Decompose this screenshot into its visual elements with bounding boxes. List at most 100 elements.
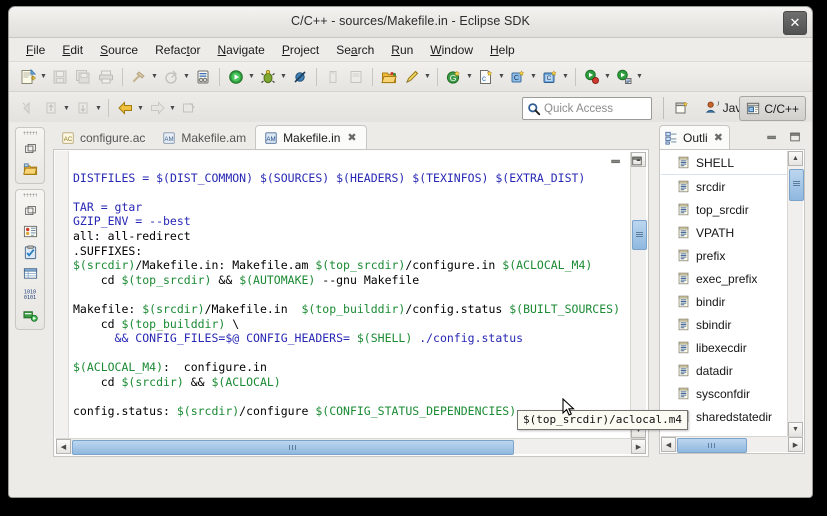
outline-vertical-scrollbar[interactable]: ▲ ▼ (787, 151, 804, 437)
stack-grip[interactable] (23, 131, 37, 135)
search-dropdown-arrow[interactable]: ▼ (423, 66, 432, 88)
search-pencil-icon[interactable] (401, 66, 423, 88)
menu-help[interactable]: Help (483, 41, 522, 59)
skip-breakpoints-icon[interactable] (289, 66, 311, 88)
debug-view-icon[interactable] (19, 221, 41, 242)
open-perspective-icon[interactable] (672, 98, 692, 118)
horizontal-scroll-thumb[interactable] (677, 438, 747, 453)
run-icon[interactable] (225, 66, 247, 88)
outline-item-prefix[interactable]: prefix (661, 244, 788, 267)
outline-item-bindir[interactable]: bindir (661, 290, 788, 313)
open-type-icon[interactable] (345, 66, 367, 88)
outline-list[interactable]: SHELL srcdir top_srcdir VPATH prefix exec_pre… (661, 151, 788, 437)
minimize-icon[interactable] (765, 130, 779, 144)
menu-file[interactable]: File (19, 41, 52, 59)
editor-horizontal-scrollbar[interactable]: ◀ ▶ (56, 438, 646, 455)
menu-refactor[interactable]: Refactor (148, 41, 207, 59)
editor-source-text[interactable]: DISTFILES = $(DIST_COMMON) $(SOURCES) $(… (73, 156, 630, 438)
menu-source[interactable]: Source (93, 41, 145, 59)
new-class-dropdown-arrow[interactable]: ▼ (529, 66, 538, 88)
previous-annotation-dropdown-arrow[interactable]: ▼ (62, 97, 71, 119)
perspective-cpp[interactable]: C C/C++ (739, 96, 806, 121)
back-navigation-dropdown-arrow[interactable]: ▼ (136, 97, 145, 119)
external-tools-icon[interactable] (613, 66, 635, 88)
vertical-scroll-thumb[interactable] (632, 220, 647, 250)
save-icon[interactable] (49, 66, 71, 88)
new-c-file-dropdown-arrow[interactable]: ▼ (497, 66, 506, 88)
menu-edit[interactable]: Edit (55, 41, 90, 59)
restore-icon[interactable] (19, 200, 41, 221)
editor-tab-makefile-in[interactable]: AM Makefile.in ✖ (255, 125, 367, 149)
horizontal-scroll-thumb[interactable] (72, 440, 514, 455)
outline-item-srcdir[interactable]: srcdir (661, 175, 788, 198)
maximize-icon[interactable] (788, 130, 802, 144)
close-icon[interactable]: ✖ (347, 131, 356, 144)
new-c-file-icon[interactable]: c (475, 66, 497, 88)
forward-navigation-dropdown-arrow[interactable]: ▼ (168, 97, 177, 119)
run-dropdown-arrow[interactable]: ▼ (247, 66, 256, 88)
external-tools-dropdown-arrow[interactable]: ▼ (635, 66, 644, 88)
menu-project[interactable]: Project (275, 41, 326, 59)
maximize-icon[interactable] (630, 154, 644, 168)
new-wizard-dropdown-arrow[interactable]: ▼ (39, 66, 48, 88)
forward-navigation-icon[interactable] (146, 97, 168, 119)
stack-grip[interactable] (23, 193, 37, 197)
outline-table-icon[interactable] (19, 263, 41, 284)
outline-tab[interactable]: Outli ✖ (659, 125, 730, 149)
scroll-down-arrow[interactable]: ▼ (788, 422, 803, 437)
marker-icon[interactable] (322, 66, 344, 88)
scroll-up-arrow[interactable]: ▲ (788, 151, 803, 166)
menu-run[interactable]: Run (384, 41, 420, 59)
outline-item-libexecdir[interactable]: libexecdir (661, 336, 788, 359)
editor-vertical-scrollbar[interactable]: ▲ ▼ (630, 152, 647, 438)
outline-item-sysconfdir[interactable]: sysconfdir (661, 382, 788, 405)
quick-access-field[interactable]: Quick Access (522, 97, 652, 120)
scroll-left-arrow[interactable]: ◀ (56, 439, 71, 454)
memory-icon[interactable]: 1010 0101 (19, 284, 41, 305)
previous-annotation-icon[interactable] (40, 97, 62, 119)
last-edit-location-icon[interactable] (178, 97, 200, 119)
next-annotation-dropdown-arrow[interactable]: ▼ (94, 97, 103, 119)
outline-item-top_srcdir[interactable]: top_srcdir (661, 198, 788, 221)
new-class-icon[interactable]: C (507, 66, 529, 88)
menu-navigate[interactable]: Navigate (210, 41, 271, 59)
open-folder-icon[interactable] (378, 66, 400, 88)
new-source-folder-icon[interactable]: C (539, 66, 561, 88)
console-icon[interactable] (19, 305, 41, 326)
close-icon[interactable]: ✖ (714, 131, 723, 144)
debug-icon[interactable] (257, 66, 279, 88)
outline-item-vpath[interactable]: VPATH (661, 221, 788, 244)
vertical-scroll-thumb[interactable] (789, 169, 804, 201)
restore-icon[interactable] (19, 138, 41, 159)
outline-item-shell[interactable]: SHELL (661, 151, 788, 175)
tasks-icon[interactable] (19, 242, 41, 263)
project-explorer-icon[interactable] (19, 159, 41, 180)
clean-dropdown-arrow[interactable]: ▼ (182, 66, 191, 88)
scroll-right-arrow[interactable]: ▶ (631, 439, 646, 454)
run-last-tool-dropdown-arrow[interactable]: ▼ (603, 66, 612, 88)
menu-window[interactable]: Window (423, 41, 480, 59)
minimize-icon[interactable] (609, 154, 623, 168)
outline-item-datadir[interactable]: datadir (661, 359, 788, 382)
new-c-project-icon[interactable]: G (443, 66, 465, 88)
save-all-icon[interactable] (72, 66, 94, 88)
clean-build-icon[interactable] (160, 66, 182, 88)
back-navigation-icon[interactable] (114, 97, 136, 119)
new-source-folder-dropdown-arrow[interactable]: ▼ (561, 66, 570, 88)
outline-item-exec_prefix[interactable]: exec_prefix (661, 267, 788, 290)
print-icon[interactable] (95, 66, 117, 88)
scroll-left-arrow[interactable]: ◀ (661, 437, 676, 452)
new-wizard-icon[interactable] (17, 66, 39, 88)
menu-search[interactable]: Search (329, 41, 381, 59)
next-annotation-icon[interactable] (72, 97, 94, 119)
outline-horizontal-scrollbar[interactable]: ◀ ▶ (661, 436, 803, 453)
editor-tab-configure-ac[interactable]: AC configure.ac (53, 127, 154, 149)
build-hammer-icon[interactable] (128, 66, 150, 88)
window-close-button[interactable]: ✕ (783, 11, 807, 35)
back-history-icon[interactable] (17, 97, 39, 119)
debug-dropdown-arrow[interactable]: ▼ (279, 66, 288, 88)
outline-item-sbindir[interactable]: sbindir (661, 313, 788, 336)
build-settings-icon[interactable] (192, 66, 214, 88)
editor-tab-makefile-am[interactable]: AM Makefile.am (154, 127, 255, 149)
run-last-tool-icon[interactable] (581, 66, 603, 88)
